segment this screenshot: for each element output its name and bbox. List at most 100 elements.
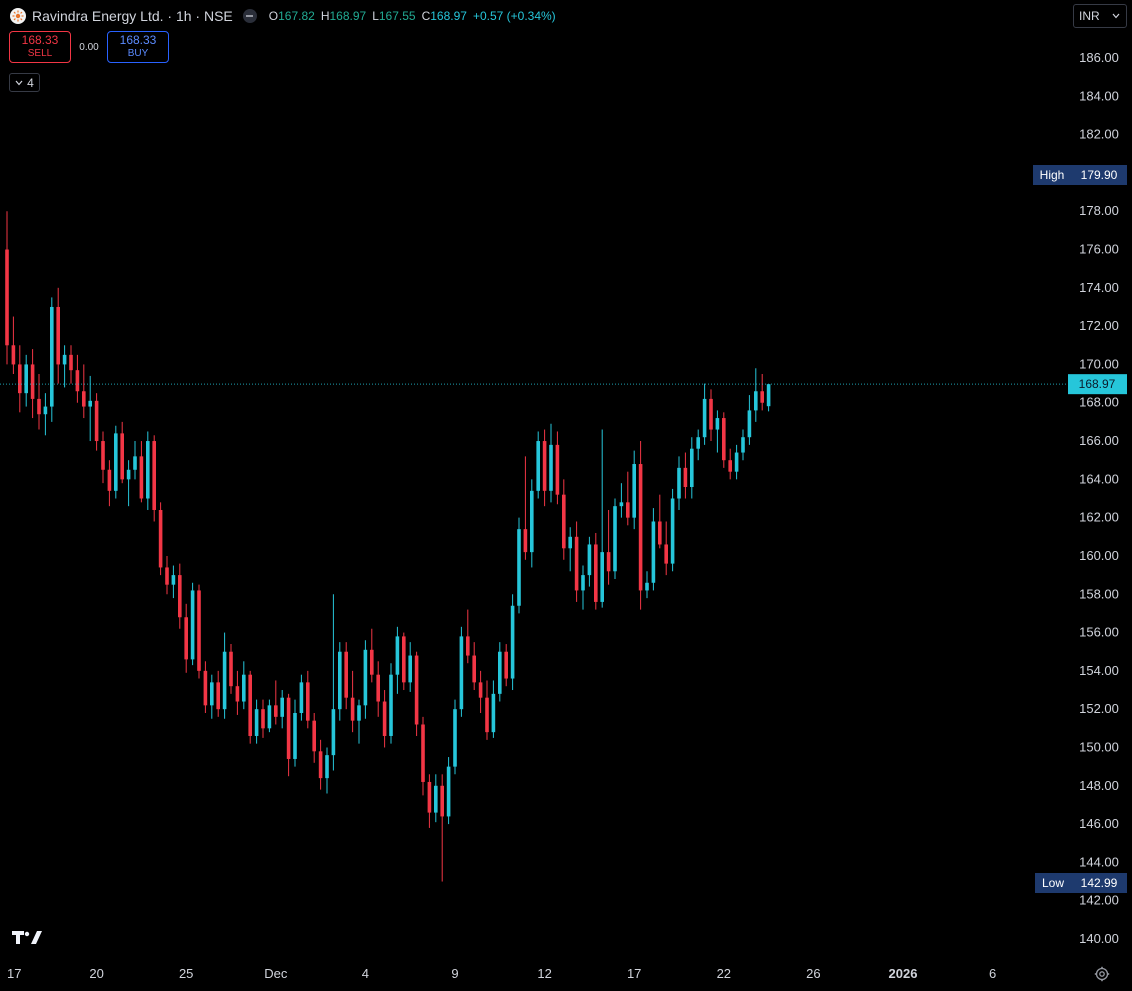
candle-body — [754, 391, 758, 411]
candle-body — [613, 506, 617, 572]
buy-button[interactable]: 168.33 BUY — [107, 31, 169, 63]
candle-body — [146, 441, 150, 499]
candle — [741, 429, 745, 461]
candle — [248, 670, 252, 744]
candle — [594, 532, 598, 610]
candle-body — [459, 636, 464, 710]
candle-body — [293, 713, 297, 759]
candle-body — [453, 709, 457, 767]
collapse-legend-icon[interactable] — [242, 9, 257, 23]
candle — [453, 699, 457, 775]
candle-body — [318, 751, 323, 779]
candle-body — [555, 444, 560, 495]
tradingview-logo-icon[interactable] — [12, 928, 44, 951]
candle — [734, 444, 739, 480]
price-tick-label: 176.00 — [1079, 242, 1119, 257]
candle-body — [62, 354, 67, 365]
price-tick-label: 140.00 — [1079, 931, 1119, 946]
candle-body — [709, 398, 713, 430]
candle — [670, 488, 675, 572]
candle-body — [728, 460, 732, 472]
low-value: 167.55 — [378, 9, 416, 23]
candle — [382, 690, 387, 748]
candle-body — [472, 655, 476, 683]
candle-body — [498, 651, 502, 694]
candle-body — [568, 536, 572, 549]
indicators-toggle[interactable]: 4 — [9, 73, 40, 92]
candle-body — [107, 469, 112, 491]
candle — [632, 450, 636, 530]
candle — [338, 642, 342, 721]
time-tick-label: 4 — [362, 966, 369, 981]
currency-select[interactable]: INR — [1073, 4, 1127, 28]
candle-body — [248, 674, 252, 736]
sell-price: 168.33 — [21, 33, 59, 47]
close-label: C — [421, 9, 431, 23]
symbol-title[interactable]: Ravindra Energy Ltd. · 1h · NSE — [32, 8, 233, 24]
price-tick-label: 158.00 — [1079, 586, 1119, 601]
price-chart[interactable]: 186.00 184.00 182.00 178.00 176.00 174.00 172.… — [0, 0, 1132, 991]
spread-value: 0.00 — [79, 41, 99, 53]
candle — [606, 509, 611, 585]
sell-label: SELL — [27, 48, 53, 59]
candle — [408, 642, 412, 692]
low-value: 142.99 — [1081, 876, 1118, 890]
price-tick-label: 164.00 — [1079, 471, 1119, 486]
candle — [5, 211, 9, 365]
candle — [683, 452, 688, 499]
candle — [274, 680, 278, 725]
candle — [389, 663, 393, 744]
candle-body — [50, 306, 54, 407]
candle — [645, 571, 649, 599]
candle-body — [254, 709, 259, 736]
candle — [286, 693, 291, 777]
price-tick-label: 168.00 — [1079, 395, 1119, 410]
time-tick-label: 20 — [89, 966, 103, 981]
candle — [664, 521, 668, 576]
candle-body — [325, 755, 329, 779]
candle-body — [702, 398, 707, 438]
candle-body — [171, 575, 176, 585]
candle — [562, 479, 566, 560]
high-value: 168.97 — [329, 9, 367, 23]
candle-body — [376, 674, 380, 702]
candle-body — [210, 682, 214, 706]
time-tick-label: 26 — [806, 966, 820, 981]
time-tick-label: Dec — [264, 966, 288, 981]
price-tick-label: 142.00 — [1079, 893, 1119, 908]
indicators-count: 4 — [27, 75, 34, 90]
candle-body — [632, 464, 636, 518]
candle — [267, 699, 272, 733]
candle-body — [414, 655, 419, 725]
settings-gear-icon[interactable] — [1094, 966, 1110, 987]
candle-body — [427, 781, 432, 813]
candle — [299, 674, 304, 721]
candle — [498, 642, 502, 702]
candle — [581, 565, 585, 610]
candle — [229, 644, 233, 694]
price-tick-label: 186.00 — [1079, 50, 1119, 65]
candle-body — [766, 384, 771, 407]
candle-body — [274, 705, 278, 717]
candle — [536, 431, 540, 499]
candle-body — [485, 697, 489, 733]
price-tick-label: 174.00 — [1079, 280, 1119, 295]
candle — [638, 441, 643, 610]
sell-button[interactable]: 168.33 SELL — [9, 31, 71, 63]
last-price-badge: 168.97 — [1068, 374, 1127, 395]
candle-body — [651, 521, 656, 583]
price-tick-label: 162.00 — [1079, 510, 1119, 525]
candle-body — [165, 567, 169, 585]
candle-body — [197, 590, 201, 671]
candle-body — [658, 521, 662, 545]
candle — [702, 383, 707, 445]
candle — [37, 374, 41, 430]
candle — [171, 565, 176, 599]
candle — [184, 603, 188, 673]
company-logo-icon — [10, 8, 26, 24]
candle-body — [542, 441, 547, 491]
candle-body — [606, 552, 611, 572]
high-value: 179.90 — [1081, 168, 1118, 182]
candle-body — [440, 785, 444, 817]
candle — [293, 699, 297, 767]
